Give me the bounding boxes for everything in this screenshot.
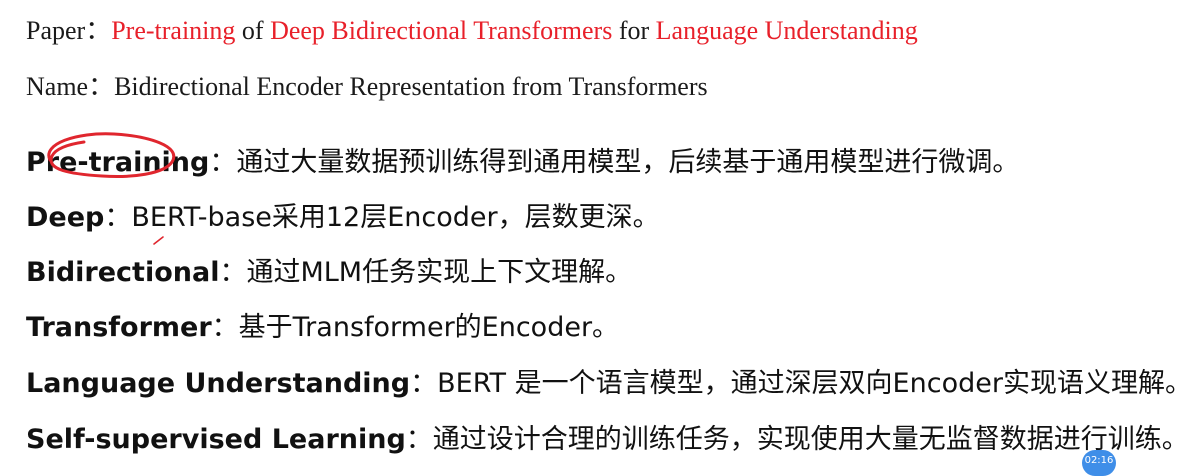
- paper-title-part-2: of: [235, 16, 271, 45]
- term-description: BERT-base采用12层Encoder，层数更深。: [131, 202, 660, 233]
- term-label: Pre-training: [26, 147, 210, 178]
- term-description: 通过设计合理的训练任务，实现使用大量无监督数据进行训练。: [432, 424, 1184, 455]
- paper-line: Paper：Pre-training of Deep Bidirectional…: [26, 16, 918, 46]
- term-label: Bidirectional: [26, 257, 220, 288]
- term-colon: ：: [209, 147, 237, 178]
- term-row-deep: Deep：BERT-base采用12层Encoder，层数更深。: [26, 201, 660, 235]
- paper-title-part-1: Pre-training: [111, 16, 236, 45]
- term-description: 基于Transformer的Encoder。: [238, 312, 620, 343]
- term-colon: ：: [211, 312, 239, 343]
- term-colon: ：: [410, 368, 438, 399]
- term-label: Self-supervised Learning: [26, 424, 406, 455]
- term-row-transformer: Transformer：基于Transformer的Encoder。: [26, 311, 619, 345]
- red-ink-tick-annotation: [153, 236, 164, 245]
- timer-text: 02:16: [1084, 455, 1114, 466]
- term-colon: ：: [405, 424, 433, 455]
- term-label: Language Understanding: [26, 368, 411, 399]
- term-row-bidirectional: Bidirectional：通过MLM任务实现上下文理解。: [26, 256, 632, 290]
- paper-title-part-3: Deep Bidirectional Transformers: [270, 16, 613, 45]
- term-description: 通过大量数据预训练得到通用模型，后续基于通用模型进行微调。: [236, 147, 1020, 178]
- term-description: BERT 是一个语言模型，通过深层双向Encoder实现语义理解。: [437, 368, 1184, 399]
- name-line: Name：Bidirectional Encoder Representatio…: [26, 72, 708, 102]
- term-row-pretraining: Pre-training：通过大量数据预训练得到通用模型，后续基于通用模型进行微…: [26, 146, 1019, 180]
- paper-title-part-4: for: [612, 16, 656, 45]
- paper-label: Paper：: [26, 16, 112, 45]
- term-colon: ：: [219, 257, 247, 288]
- name-label: Name：: [26, 72, 115, 101]
- term-row-self-supervised: Self-supervised Learning：通过设计合理的训练任务，实现使…: [26, 423, 1184, 457]
- name-value: Bidirectional Encoder Representation fro…: [114, 72, 708, 101]
- paper-title-part-5: Language Understanding: [655, 16, 918, 45]
- video-timer-badge[interactable]: 02:16: [1082, 450, 1116, 476]
- term-colon: ：: [104, 202, 132, 233]
- term-row-language-understanding: Language Understanding：BERT 是一个语言模型，通过深层…: [26, 367, 1184, 401]
- term-description: 通过MLM任务实现上下文理解。: [246, 257, 633, 288]
- term-label: Transformer: [26, 312, 212, 343]
- term-label: Deep: [26, 202, 105, 233]
